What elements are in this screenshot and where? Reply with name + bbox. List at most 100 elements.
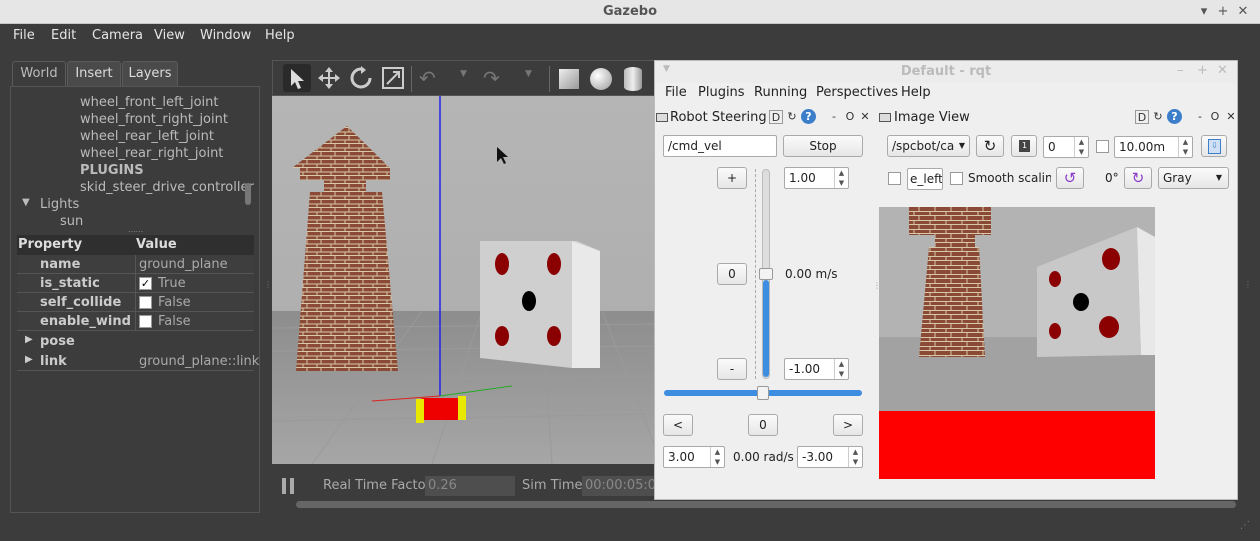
expand-arrow-icon[interactable]: ▼ <box>22 197 30 208</box>
turn-right-button[interactable]: > <box>833 414 863 436</box>
box-shape-icon[interactable] <box>559 69 579 89</box>
rqt-menu-running[interactable]: Running <box>754 85 807 100</box>
self-collide-checkbox[interactable] <box>139 296 152 309</box>
close-icon[interactable]: ✕ <box>1234 3 1252 21</box>
refresh-topics-icon[interactable]: ↻ <box>976 135 1004 157</box>
tree-item-joint[interactable]: wheel_rear_left_joint <box>80 129 214 144</box>
tree-item-joint[interactable]: wheel_front_left_joint <box>80 95 218 110</box>
maximize-icon[interactable]: + <box>1197 63 1208 78</box>
undo-icon[interactable]: ↶ <box>419 66 447 90</box>
cmd-vel-topic-input[interactable]: /cmd_vel <box>663 135 777 157</box>
prop-row-pose[interactable]: ▶ pose <box>17 332 254 351</box>
colormap-select[interactable]: Gray ▼ <box>1158 167 1229 189</box>
cylinder-shape-icon[interactable] <box>624 67 642 91</box>
help-icon[interactable]: ? <box>1167 109 1182 124</box>
menu-view[interactable]: View <box>154 28 185 43</box>
tab-layers[interactable]: Layers <box>122 61 178 87</box>
max-depth-spinbox[interactable]: 10.00m ▲ ▼ <box>1114 136 1193 158</box>
is-static-checkbox[interactable]: ✓ <box>139 277 152 290</box>
pause-icon[interactable] <box>282 478 286 494</box>
turn-left-button[interactable]: < <box>663 414 693 436</box>
rotate-right-icon[interactable]: ↻ <box>1124 167 1152 189</box>
tab-insert[interactable]: Insert <box>67 61 121 87</box>
max-angular-spinbox[interactable]: 3.00 ▲ ▼ <box>663 446 725 468</box>
linear-slider-handle[interactable] <box>759 268 773 280</box>
increase-linear-button[interactable]: + <box>717 167 747 189</box>
spin-arrows-icon[interactable]: ▲ ▼ <box>834 168 848 188</box>
expand-arrow-icon[interactable]: ▶ <box>25 334 33 345</box>
max-linear-spinbox[interactable]: 1.00 ▲ ▼ <box>784 167 849 189</box>
resize-grip-icon[interactable]: ⋰ <box>1240 520 1250 531</box>
tree-scrollbar[interactable] <box>245 183 251 205</box>
rqt-menu-perspectives[interactable]: Perspectives <box>816 85 898 100</box>
menu-edit[interactable]: Edit <box>51 28 76 43</box>
zero-angular-button[interactable]: 0 <box>748 414 778 436</box>
spin-arrows-icon[interactable]: ▲ ▼ <box>1074 137 1088 157</box>
sphere-shape-icon[interactable] <box>590 68 612 90</box>
tree-item-joint[interactable]: wheel_rear_right_joint <box>80 146 223 161</box>
splitter-handle[interactable]: ⋮ <box>264 280 272 294</box>
angular-slider-handle[interactable] <box>757 386 769 400</box>
scale-mode-button[interactable] <box>381 66 405 90</box>
decrease-linear-button[interactable]: - <box>717 358 747 380</box>
chevron-down-icon[interactable]: ▼ <box>525 69 532 79</box>
tree-item-lights[interactable]: Lights <box>40 197 79 212</box>
dock-button[interactable]: D <box>1135 110 1149 124</box>
stop-button[interactable]: Stop <box>783 135 863 157</box>
minimize-plugin-button[interactable]: - <box>827 110 841 124</box>
prop-row-name[interactable]: name ground_plane <box>17 255 254 274</box>
window-menu-icon[interactable]: ▼ <box>663 64 670 74</box>
zero-linear-button[interactable]: 0 <box>717 263 747 285</box>
redo-icon[interactable]: ↷ <box>483 66 511 90</box>
camera-image[interactable] <box>879 207 1155 479</box>
rotate-left-icon[interactable]: ↺ <box>1056 167 1084 189</box>
maximize-icon[interactable]: + <box>1214 3 1232 21</box>
close-plugin-icon[interactable]: ✕ <box>858 110 872 124</box>
pause-icon[interactable] <box>290 478 294 494</box>
float-plugin-button[interactable]: O <box>843 110 857 124</box>
reload-icon[interactable]: ↻ <box>1151 110 1165 124</box>
select-mode-button[interactable] <box>283 64 311 92</box>
mouse-publish-checkbox[interactable] <box>888 172 901 185</box>
minimize-plugin-button[interactable]: - <box>1193 110 1207 124</box>
help-icon[interactable]: ? <box>801 109 816 124</box>
spin-arrows-icon[interactable]: ▲ ▼ <box>710 447 724 467</box>
prop-row-link[interactable]: ▶ link ground_plane::link <box>17 352 259 371</box>
mouse-topic-input[interactable]: e_left <box>907 168 943 190</box>
dock-button[interactable]: D <box>769 110 783 124</box>
scene-viewport[interactable] <box>272 96 657 464</box>
splitter-handle[interactable]: ⋮ <box>1244 280 1252 289</box>
reload-icon[interactable]: ↻ <box>785 110 799 124</box>
tree-item-joint[interactable]: wheel_front_right_joint <box>80 112 228 127</box>
min-angular-spinbox[interactable]: -3.00 ▲ ▼ <box>797 446 863 468</box>
spin-arrows-icon[interactable]: ▲ ▼ <box>848 447 862 467</box>
minimize-icon[interactable]: – <box>1177 63 1184 78</box>
rqt-menu-plugins[interactable]: Plugins <box>698 85 745 100</box>
expand-arrow-icon[interactable]: ▶ <box>25 354 33 365</box>
minimize-icon[interactable]: ▾ <box>1195 3 1213 21</box>
float-plugin-button[interactable]: O <box>1208 110 1222 124</box>
horizontal-scrollbar[interactable] <box>296 501 1236 508</box>
menu-camera[interactable]: Camera <box>92 28 143 43</box>
menu-window[interactable]: Window <box>200 28 251 43</box>
smooth-scaling-checkbox[interactable] <box>950 172 963 185</box>
chevron-down-icon[interactable]: ▼ <box>460 69 467 79</box>
prop-row-enable-wind[interactable]: enable_wind False <box>17 312 254 331</box>
close-plugin-icon[interactable]: ✕ <box>1224 110 1238 124</box>
save-image-button[interactable]: ⇩ <box>1201 135 1227 157</box>
tree-item-sun[interactable]: sun <box>60 214 83 229</box>
enable-wind-checkbox[interactable] <box>139 315 152 328</box>
tree-item-plugin[interactable]: skid_steer_drive_controller <box>80 180 254 195</box>
min-linear-spinbox[interactable]: -1.00 ▲ ▼ <box>784 358 849 380</box>
menu-help[interactable]: Help <box>265 28 295 43</box>
zoom-spinbox[interactable]: 0 ▲ ▼ <box>1043 136 1089 158</box>
rqt-menu-file[interactable]: File <box>665 85 687 100</box>
splitter-handle[interactable]: ...... <box>128 225 143 234</box>
rotate-mode-button[interactable] <box>349 66 373 90</box>
zoom-one-button[interactable]: 1 <box>1011 135 1037 157</box>
dynamic-range-checkbox[interactable] <box>1096 140 1109 153</box>
rqt-menu-help[interactable]: Help <box>901 85 931 100</box>
menu-file[interactable]: File <box>13 28 35 43</box>
prop-row-is-static[interactable]: is_static ✓ True <box>17 274 254 293</box>
spin-arrows-icon[interactable]: ▲ ▼ <box>1178 137 1192 157</box>
